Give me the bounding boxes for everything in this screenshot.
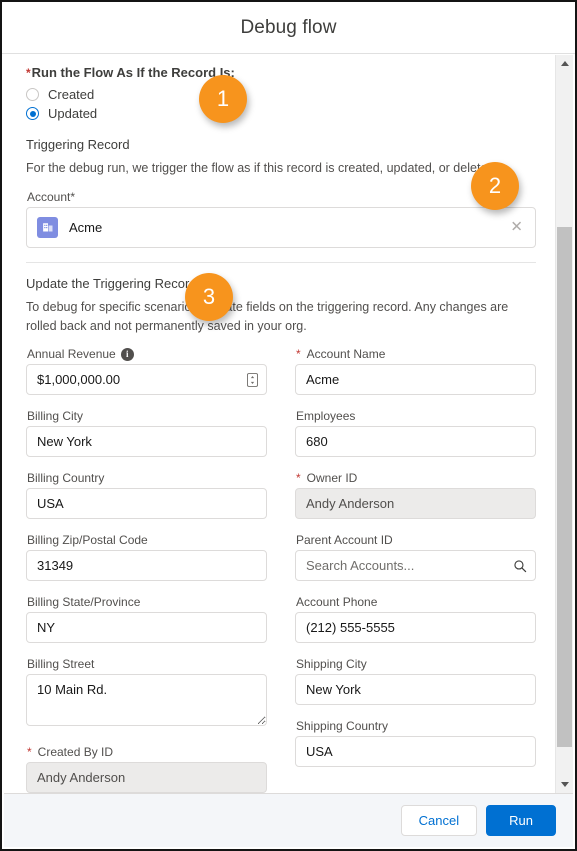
account-name-label: * Account Name [296,347,536,361]
modal-footer: Cancel Run [4,793,573,847]
account-lookup-field[interactable]: Acme ✕ [26,206,536,248]
scroll-up-arrow-icon[interactable] [556,55,573,72]
required-marker: * [26,66,31,80]
radio-option-created[interactable]: Created [26,87,536,102]
radio-updated-icon[interactable] [26,107,39,120]
close-icon[interactable]: ✕ [510,220,523,235]
field-account-phone: Account Phone [295,595,536,644]
callout-badge-3: 3 [185,273,233,321]
created-by-id-label: * Created By ID [27,745,267,759]
annual-revenue-label: Annual Revenue i [27,347,267,361]
field-created-by-id: * Created By ID [26,745,267,793]
radio-option-updated[interactable]: Updated [26,106,536,121]
parent-account-id-label: Parent Account ID [296,533,393,548]
owner-id-input[interactable] [295,488,536,520]
annual-revenue-label-text: Annual Revenue [27,347,116,362]
callout-badge-2: 2 [471,162,519,210]
billing-zip-label: Billing Zip/Postal Code [27,533,148,548]
account-name-label-text: Account Name [306,347,386,362]
account-phone-label: Account Phone [296,595,378,610]
parent-account-id-input[interactable] [295,550,536,582]
callout-badge-1: 1 [199,75,247,123]
billing-zip-input[interactable] [26,550,267,582]
billing-city-input[interactable] [26,426,267,458]
employees-input[interactable] [295,426,536,458]
owner-id-label-text: Owner ID [306,471,358,486]
owner-id-label: * Owner ID [296,471,536,485]
shipping-city-input[interactable] [295,674,536,706]
update-record-description: To debug for specific scenarios, update … [26,299,509,333]
field-employees: Employees [295,409,536,458]
shipping-country-input[interactable] [295,736,536,768]
created-by-id-label-text: Created By ID [37,745,114,760]
shipping-city-label: Shipping City [296,657,367,672]
required-marker: * [27,745,32,760]
annual-revenue-input[interactable] [26,364,267,396]
section-divider [26,261,536,263]
update-record-heading: Update the Triggering Record [26,275,197,291]
cancel-button[interactable]: Cancel [400,805,478,836]
field-annual-revenue: Annual Revenue i [26,347,267,396]
triggering-record-heading: Triggering Record [26,137,130,152]
run-as-label-text: Run the Flow As If the Record Is: [31,65,235,80]
required-marker: * [296,347,301,362]
field-billing-country: Billing Country [26,471,267,520]
billing-state-label: Billing State/Province [27,595,141,610]
required-marker: * [296,471,301,486]
account-phone-input[interactable] [295,612,536,644]
scroll-content: *Run the Flow As If the Record Is: Creat… [4,55,556,793]
fields-grid: Annual Revenue i $1,000,000.00 Billing C… [26,347,536,793]
account-object-icon [37,216,58,238]
search-icon[interactable] [513,559,527,573]
page-title: Debug flow [240,16,337,38]
triggering-record-description: For the debug run, we trigger the flow a… [26,161,498,175]
radio-created-icon[interactable] [26,88,39,101]
created-by-id-input[interactable] [26,762,267,793]
billing-state-input[interactable] [26,612,267,644]
fields-column-left: Annual Revenue i $1,000,000.00 Billing C… [26,347,267,793]
billing-country-input[interactable] [26,488,267,520]
field-billing-city: Billing City [26,409,267,458]
billing-street-textarea[interactable] [26,674,267,727]
info-icon[interactable]: i [120,347,134,361]
field-shipping-city: Shipping City [295,657,536,706]
run-button[interactable]: Run [486,805,556,836]
account-name-input[interactable] [295,364,536,396]
field-billing-street: Billing Street [26,657,267,731]
employees-label: Employees [296,409,356,424]
modal-header: Debug flow [2,2,575,54]
field-shipping-country: Shipping Country [295,719,536,768]
scroll-down-arrow-icon[interactable] [556,776,573,793]
field-billing-zip: Billing Zip/Postal Code [26,533,267,582]
run-as-label: *Run the Flow As If the Record Is: [26,65,536,80]
field-account-name: * Account Name [295,347,536,396]
billing-street-label: Billing Street [27,657,95,672]
debug-flow-modal: Debug flow *Run the Flow As If the Recor… [0,0,577,851]
billing-city-label: Billing City [27,409,84,424]
vertical-scrollbar[interactable] [555,55,573,793]
account-lookup-value: Acme [69,219,103,235]
fields-column-right: * Account Name Employees * Owner ID [295,347,536,793]
field-billing-state: Billing State/Province [26,595,267,644]
radio-updated-label: Updated [48,106,98,121]
field-parent-account-id: Parent Account ID [295,533,536,582]
account-lookup-label: Account* [27,189,76,204]
shipping-country-label: Shipping Country [296,719,389,734]
field-owner-id: * Owner ID [295,471,536,520]
stepper-icon[interactable] [247,372,258,387]
billing-country-label: Billing Country [27,471,105,486]
scrollbar-thumb[interactable] [557,227,572,747]
radio-created-label: Created [48,87,95,102]
